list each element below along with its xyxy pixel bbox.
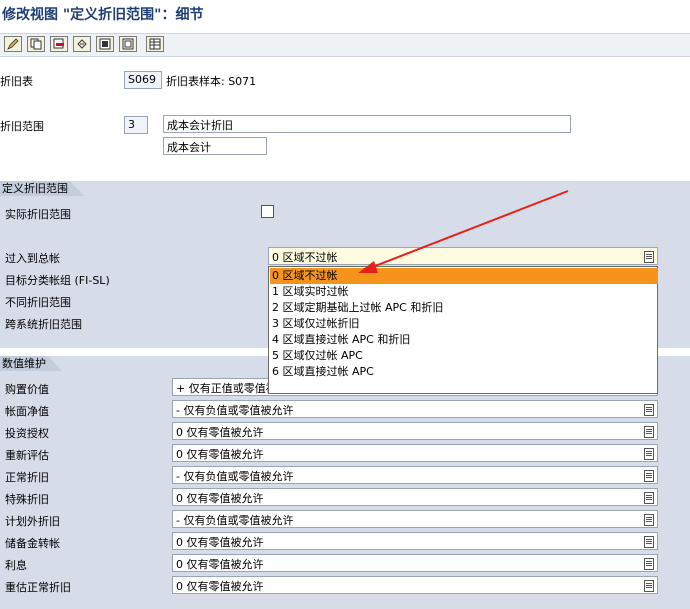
value-row-label: 特殊折旧 bbox=[5, 493, 49, 506]
target-group-label: 目标分类帐组 (FI-SL) bbox=[5, 274, 110, 287]
value-row-label: 储备金转帐 bbox=[5, 537, 60, 550]
value-row-select[interactable]: 0 仅有零值被允许 bbox=[172, 554, 658, 572]
value-row-select[interactable]: 0 仅有零值被允许 bbox=[172, 488, 658, 506]
dropdown-list-icon[interactable] bbox=[644, 251, 654, 263]
window-title: 修改视图 "定义折旧范围"：细节 bbox=[2, 7, 204, 23]
chart-label: 折旧表 bbox=[0, 75, 33, 88]
deselect-all-icon[interactable] bbox=[119, 36, 137, 52]
value-row-value: 0 仅有零值被允许 bbox=[176, 492, 264, 505]
value-row-select[interactable]: 0 仅有零值被允许 bbox=[172, 422, 658, 440]
dropdown-option[interactable]: 4 区域直接过帐 APC 和折旧 bbox=[270, 332, 658, 348]
edit-icon[interactable] bbox=[4, 36, 22, 52]
value-row-label: 帐面净值 bbox=[5, 405, 49, 418]
dropdown-list-icon[interactable] bbox=[644, 580, 654, 592]
value-row-label: 正常折旧 bbox=[5, 471, 49, 484]
dropdown-list-icon[interactable] bbox=[644, 448, 654, 460]
table-icon[interactable] bbox=[146, 36, 164, 52]
dropdown-list-icon[interactable] bbox=[644, 536, 654, 548]
posting-dropdown-list: 0 区域不过帐 1 区域实时过帐 2 区域定期基础上过帐 APC 和折旧 3 区… bbox=[268, 266, 658, 394]
value-row-select[interactable]: 0 仅有零值被允许 bbox=[172, 444, 658, 462]
cross-system-label: 跨系统折旧范围 bbox=[5, 318, 82, 331]
dropdown-list-icon[interactable] bbox=[644, 426, 654, 438]
delete-icon[interactable] bbox=[50, 36, 68, 52]
define-area-section-title: 定义折旧范围 bbox=[0, 181, 84, 196]
value-row-value: - 仅有负值或零值被允许 bbox=[176, 404, 294, 417]
annotation-arrow bbox=[358, 190, 569, 273]
value-maintenance-section-title: 数值维护 bbox=[0, 356, 62, 371]
value-row-value: 0 仅有零值被允许 bbox=[176, 426, 264, 439]
value-row-label: 重估正常折旧 bbox=[5, 581, 71, 594]
area-field[interactable]: 3 bbox=[124, 116, 148, 134]
value-row-value: 0 仅有零值被允许 bbox=[176, 536, 264, 549]
value-row-value: - 仅有负值或零值被允许 bbox=[176, 514, 294, 527]
value-row-label: 计划外折旧 bbox=[5, 515, 60, 528]
value-row-label: 投资授权 bbox=[5, 427, 49, 440]
value-row-select[interactable]: 0 仅有零值被允许 bbox=[172, 576, 658, 594]
area-short-field[interactable]: 成本会计 bbox=[163, 137, 267, 155]
copy-icon[interactable] bbox=[27, 36, 45, 52]
value-row-select[interactable]: - 仅有负值或零值被允许 bbox=[172, 466, 658, 484]
dropdown-list-icon[interactable] bbox=[644, 514, 654, 526]
select-all-icon[interactable] bbox=[96, 36, 114, 52]
dropdown-list-icon[interactable] bbox=[644, 558, 654, 570]
value-row-label: 购置价值 bbox=[5, 383, 49, 396]
real-area-label: 实际折旧范围 bbox=[5, 208, 71, 221]
dropdown-option[interactable]: 6 区域直接过帐 APC bbox=[270, 364, 658, 380]
dropdown-list-icon[interactable] bbox=[644, 470, 654, 482]
value-row-value: 0 仅有零值被允许 bbox=[176, 448, 264, 461]
posting-value: 0 区域不过帐 bbox=[272, 251, 338, 264]
area-label: 折旧范围 bbox=[0, 120, 44, 133]
chart-description: 折旧表样本: S071 bbox=[166, 75, 257, 88]
value-row-value: 0 仅有零值被允许 bbox=[176, 558, 264, 571]
dropdown-option[interactable]: 2 区域定期基础上过帐 APC 和折旧 bbox=[270, 300, 658, 316]
value-row-select[interactable]: - 仅有负值或零值被允许 bbox=[172, 510, 658, 528]
value-row-value: 0 仅有零值被允许 bbox=[176, 580, 264, 593]
value-row-label: 重新评估 bbox=[5, 449, 49, 462]
area-name-field[interactable]: 成本会计折旧 bbox=[163, 115, 571, 133]
posting-label: 过入到总帐 bbox=[5, 252, 60, 265]
dropdown-option[interactable]: 3 区域仅过帐折旧 bbox=[270, 316, 658, 332]
real-area-checkbox[interactable] bbox=[261, 205, 274, 218]
dropdown-option[interactable]: 1 区域实时过帐 bbox=[270, 284, 658, 300]
value-row-value: - 仅有负值或零值被允许 bbox=[176, 470, 294, 483]
dropdown-option[interactable]: 5 区域仅过帐 APC bbox=[270, 348, 658, 364]
application-toolbar bbox=[0, 33, 690, 57]
dropdown-list-icon[interactable] bbox=[644, 404, 654, 416]
diff-area-label: 不同折旧范围 bbox=[5, 296, 71, 309]
undo-icon[interactable] bbox=[73, 36, 91, 52]
chart-field[interactable]: S069 bbox=[124, 71, 162, 89]
value-row-select[interactable]: - 仅有负值或零值被允许 bbox=[172, 400, 658, 418]
dropdown-list-icon[interactable] bbox=[644, 492, 654, 504]
value-row-select[interactable]: 0 仅有零值被允许 bbox=[172, 532, 658, 550]
value-row-label: 利息 bbox=[5, 559, 27, 572]
